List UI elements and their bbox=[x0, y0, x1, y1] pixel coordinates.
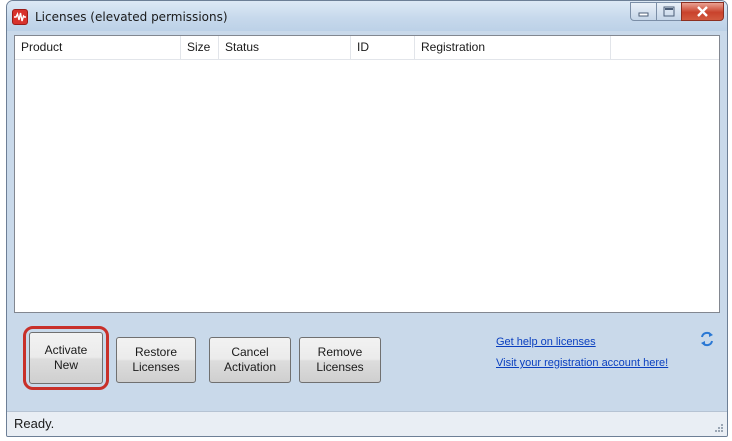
cancel-activation-button[interactable]: Cancel Activation bbox=[209, 337, 291, 383]
status-bar: Ready. bbox=[7, 411, 727, 436]
minimize-icon bbox=[638, 12, 649, 17]
maximize-button[interactable] bbox=[656, 2, 682, 21]
column-product[interactable]: Product bbox=[15, 36, 181, 59]
cancel-activation-label: Cancel Activation bbox=[223, 345, 277, 374]
minimize-button[interactable] bbox=[630, 2, 657, 21]
window-title: Licenses (elevated permissions) bbox=[35, 10, 228, 24]
column-registration[interactable]: Registration bbox=[415, 36, 611, 59]
list-body[interactable] bbox=[15, 60, 719, 312]
remove-licenses-button[interactable]: Remove Licenses bbox=[299, 337, 381, 383]
status-text: Ready. bbox=[14, 416, 55, 431]
column-status[interactable]: Status bbox=[219, 36, 351, 59]
registration-account-link[interactable]: Visit your registration account here! bbox=[496, 357, 668, 369]
licenses-list[interactable]: Product Size Status ID Registration bbox=[14, 35, 720, 313]
restore-licenses-label: Restore Licenses bbox=[132, 345, 180, 374]
help-licenses-link[interactable]: Get help on licenses bbox=[496, 336, 596, 348]
activate-new-label: Activate New bbox=[44, 343, 88, 372]
app-icon bbox=[12, 9, 28, 25]
column-id[interactable]: ID bbox=[351, 36, 415, 59]
remove-licenses-label: Remove Licenses bbox=[316, 345, 364, 374]
close-button[interactable] bbox=[681, 2, 724, 21]
maximize-icon bbox=[663, 6, 675, 17]
activate-new-button[interactable]: Activate New bbox=[29, 332, 103, 384]
close-icon bbox=[697, 6, 708, 17]
column-size[interactable]: Size bbox=[181, 36, 219, 59]
title-bar[interactable]: Licenses (elevated permissions) bbox=[7, 1, 727, 31]
list-header: Product Size Status ID Registration bbox=[15, 36, 719, 60]
resize-grip-icon[interactable] bbox=[714, 423, 724, 433]
refresh-icon[interactable] bbox=[699, 331, 715, 347]
restore-licenses-button[interactable]: Restore Licenses bbox=[116, 337, 196, 383]
licenses-window: Licenses (elevated permissions) Product … bbox=[6, 0, 728, 437]
